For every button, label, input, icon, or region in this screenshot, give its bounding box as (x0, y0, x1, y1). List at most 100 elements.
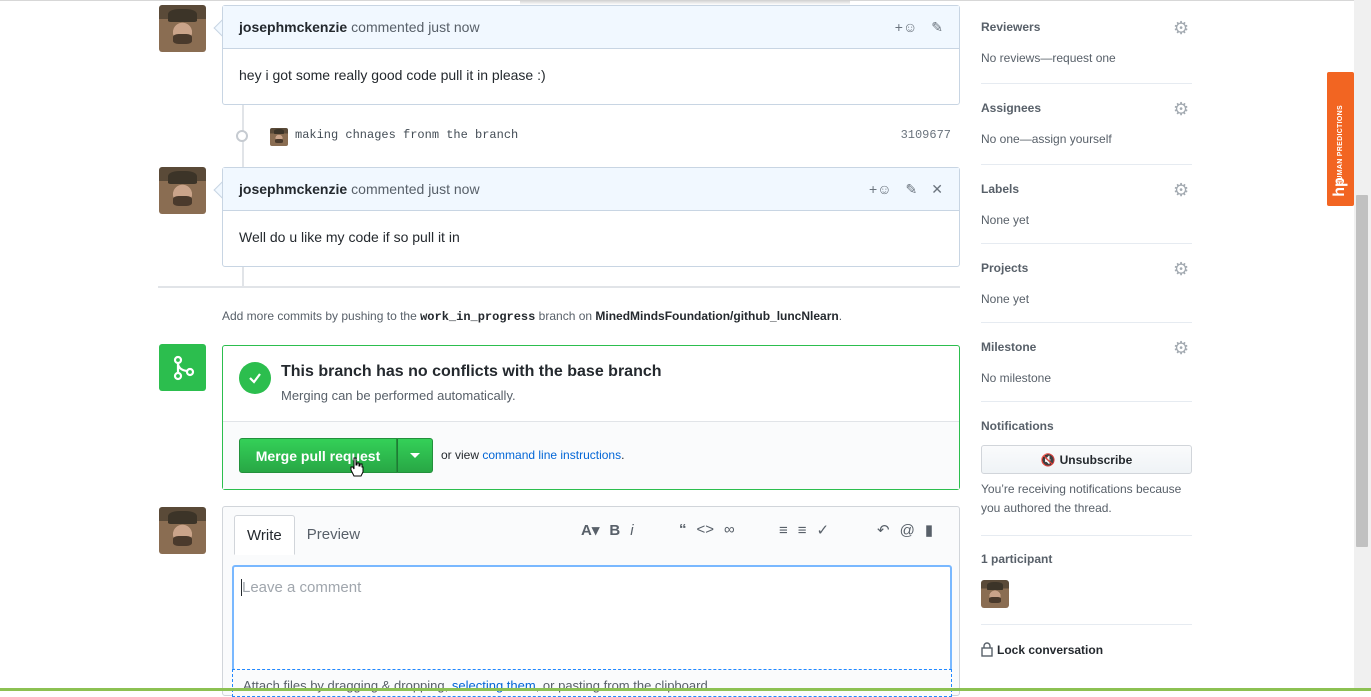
lock-conversation-link[interactable]: Lock conversation (981, 642, 1103, 657)
attach-files-bar[interactable]: Attach files by dragging & dropping, sel… (232, 669, 952, 697)
quote-icon[interactable]: “ (679, 521, 687, 538)
edit-pencil-icon[interactable]: ✎ (931, 19, 943, 36)
merge-method-dropdown[interactable] (397, 438, 433, 473)
command-line-instructions-link[interactable]: command line instructions (482, 448, 621, 462)
commit-sha[interactable]: 3109677 (901, 128, 951, 142)
commit-avatar[interactable] (270, 128, 288, 146)
numbered-list-icon[interactable]: ≡ (798, 522, 807, 539)
edit-pencil-icon[interactable]: ✎ (906, 181, 918, 198)
bold-icon[interactable]: B (609, 522, 620, 539)
comment: josephmckenzie commented just now +☺ ✎ h… (222, 5, 960, 105)
hp-logo: hp (1330, 177, 1348, 197)
participants-title: 1 participant (981, 552, 1053, 566)
human-predictions-label: HUMAN PREDICTIONS (1337, 105, 1344, 186)
bullet-list-icon[interactable]: ≡ (779, 522, 788, 539)
merge-pull-request-button[interactable]: Merge pull request (239, 438, 397, 473)
participant-avatar[interactable] (981, 580, 1009, 608)
merge-link-suffix: . (621, 448, 625, 462)
addmore-prefix: Add more commits by pushing to the (222, 309, 417, 323)
add-reaction-icon[interactable]: +☺ (895, 19, 917, 35)
projects-title[interactable]: Projects (981, 261, 1192, 275)
comment: josephmckenzie commented just now +☺ ✎ ✕… (222, 167, 960, 267)
avatar[interactable] (159, 5, 206, 52)
bookmark-icon[interactable]: ▮ (925, 521, 933, 539)
avatar[interactable] (159, 507, 206, 554)
list-toolbar: ≡ ≡ ✓ (779, 521, 830, 540)
add-more-commits-note: Add more commits by pushing to the work_… (222, 309, 842, 324)
commit-dot-icon (236, 130, 248, 142)
editor-tabs: Write Preview (234, 515, 372, 555)
caret-down-icon (410, 453, 420, 458)
commit-row: making chnages fronm the branch 3109677 (222, 126, 960, 146)
add-reaction-icon[interactable]: +☺ (869, 181, 891, 197)
assignees-title[interactable]: Assignees (981, 101, 1192, 115)
sidebar-labels: Labels None yet ⚙ (981, 181, 1192, 244)
text-size-icon[interactable]: A▾ (581, 521, 599, 539)
gear-icon[interactable]: ⚙ (1173, 19, 1189, 37)
mute-icon: 🔇 (1040, 452, 1056, 467)
task-list-icon[interactable]: ✓ (817, 521, 830, 539)
human-predictions-tab[interactable]: HUMAN PREDICTIONS hp (1327, 72, 1354, 206)
merge-status: This branch has no conflicts with the ba… (223, 346, 959, 422)
milestone-title[interactable]: Milestone (981, 340, 1192, 354)
lock-conversation-label: Lock conversation (997, 642, 1104, 657)
labels-value: None yet (981, 213, 1030, 227)
sidebar-reviewers: Reviewers No reviews—request one ⚙ (981, 19, 1192, 84)
comment-textarea[interactable]: Leave a comment (232, 565, 952, 671)
gear-icon[interactable]: ⚙ (1173, 100, 1189, 118)
tab-write[interactable]: Write (234, 515, 295, 555)
sidebar-notifications: Notifications 🔇 Unsubscribe You’re recei… (981, 419, 1192, 536)
sidebar-participants: 1 participant (981, 552, 1192, 625)
lock-icon (981, 642, 993, 657)
comment-header: josephmckenzie commented just now +☺ ✎ (223, 6, 959, 49)
projects-value: None yet (981, 292, 1030, 306)
sidebar-assignees: Assignees No one—assign yourself ⚙ (981, 100, 1192, 165)
hand-cursor-icon (350, 457, 364, 477)
close-icon[interactable]: ✕ (931, 181, 943, 198)
gear-icon[interactable]: ⚙ (1173, 339, 1189, 357)
scrollbar-thumb[interactable] (1356, 195, 1368, 547)
comment-author[interactable]: josephmckenzie (239, 19, 347, 35)
addmore-middle: branch on (538, 309, 593, 323)
insert-toolbar: “ <> ∞ (679, 521, 735, 538)
reviewers-value: No reviews—request one (981, 51, 1116, 65)
unsubscribe-label: Unsubscribe (1059, 452, 1133, 467)
notifications-reason: You’re receiving notifications because y… (981, 482, 1182, 515)
unsubscribe-button[interactable]: 🔇 Unsubscribe (981, 445, 1192, 474)
notifications-title: Notifications (981, 419, 1054, 433)
reply-icon[interactable]: ↶ (877, 521, 890, 539)
comment-header: josephmckenzie commented just now +☺ ✎ ✕ (223, 168, 959, 211)
reviewers-title[interactable]: Reviewers (981, 20, 1192, 34)
sidebar-projects: Projects None yet ⚙ (981, 260, 1192, 323)
comment-actions: +☺ ✎ ✕ (869, 181, 943, 198)
or-view-text: or view (441, 448, 480, 462)
comment-meta: commented just now (351, 181, 480, 197)
timeline-line (242, 267, 244, 286)
comment-body: Well do u like my code if so pull it in (239, 229, 460, 245)
mention-icon[interactable]: @ (900, 522, 915, 539)
comment-placeholder: Leave a comment (242, 579, 362, 596)
merge-alt-text: or view command line instructions. (441, 448, 624, 462)
tab-preview[interactable]: Preview (295, 515, 372, 554)
milestone-value: No milestone (981, 371, 1052, 385)
avatar[interactable] (159, 167, 206, 214)
new-comment-form: Write Preview A▾ B i “ <> ∞ ≡ ≡ ✓ ↶ @ ▮ … (222, 506, 960, 697)
sidebar-milestone: Milestone No milestone ⚙ (981, 339, 1192, 402)
commit-message[interactable]: making chnages fronm the branch (295, 128, 518, 142)
comment-actions: +☺ ✎ (895, 19, 943, 36)
branch-name: work_in_progress (420, 310, 536, 324)
assignees-value[interactable]: No one—assign yourself (981, 132, 1192, 146)
format-toolbar: A▾ B i (581, 521, 634, 540)
merge-status-subtitle: Merging can be performed automatically. (281, 388, 516, 403)
labels-title[interactable]: Labels (981, 182, 1192, 196)
merge-status-title: This branch has no conflicts with the ba… (281, 363, 662, 380)
italic-icon[interactable]: i (630, 522, 633, 539)
gear-icon[interactable]: ⚙ (1173, 181, 1189, 199)
comment-body: hey i got some really good code pull it … (239, 67, 546, 83)
comment-author[interactable]: josephmckenzie (239, 181, 347, 197)
code-icon[interactable]: <> (697, 521, 715, 538)
check-icon (239, 362, 271, 394)
comment-meta: commented just now (351, 19, 480, 35)
link-icon[interactable]: ∞ (724, 521, 735, 538)
gear-icon[interactable]: ⚙ (1173, 260, 1189, 278)
